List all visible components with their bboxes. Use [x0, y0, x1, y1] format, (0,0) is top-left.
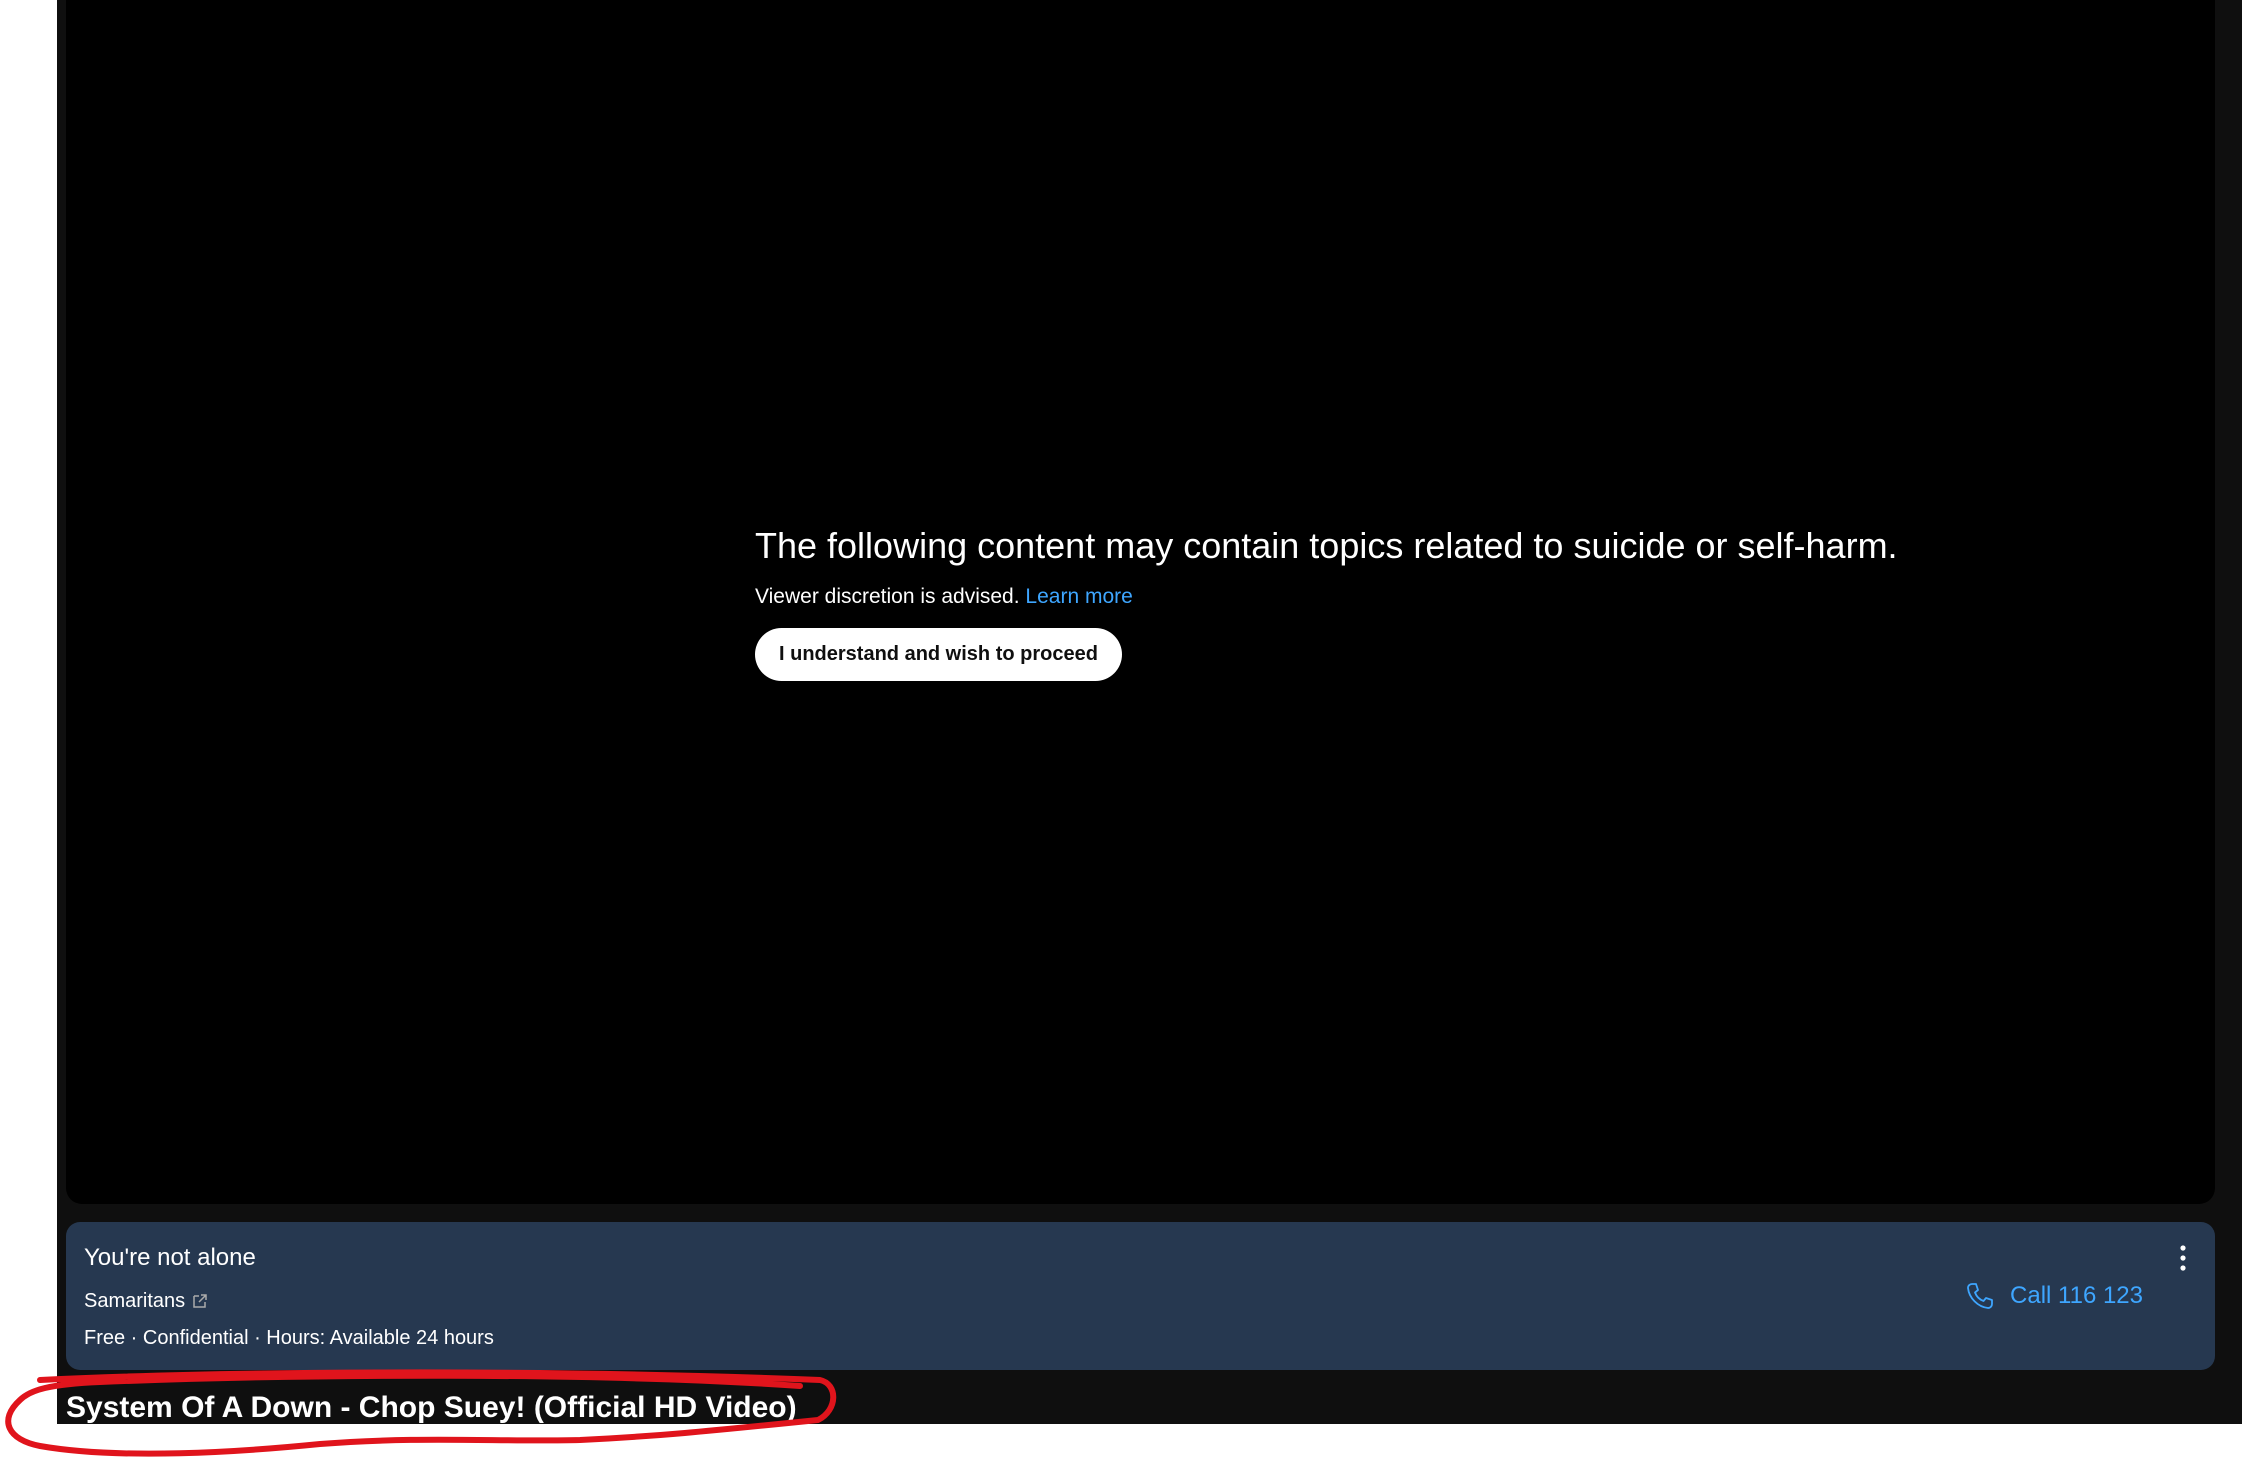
video-player[interactable]: The following content may contain topics… [66, 0, 2215, 1204]
proceed-button[interactable]: I understand and wish to proceed [755, 628, 1122, 681]
warning-title: The following content may contain topics… [755, 525, 1898, 566]
organization-name: Samaritans [84, 1290, 186, 1312]
content-warning: The following content may contain topics… [755, 520, 1898, 681]
samaritans-link[interactable]: Samaritans [84, 1286, 209, 1316]
phone-icon [1967, 1283, 1993, 1309]
learn-more-link[interactable]: Learn more [1025, 585, 1132, 608]
warning-subtitle: Viewer discretion is advised. Learn more [755, 582, 1898, 612]
external-link-icon [193, 1294, 207, 1308]
call-label: Call 116 123 [2010, 1282, 2143, 1309]
video-title: System Of A Down - Chop Suey! (Official … [66, 1391, 797, 1424]
more-options-button[interactable] [2169, 1240, 2197, 1276]
service-details: Free · Confidential · Hours: Available 2… [84, 1327, 494, 1349]
crisis-heading: You're not alone [84, 1244, 256, 1271]
crisis-resource-panel: You're not alone Samaritans Free · Confi… [66, 1222, 2215, 1370]
call-button[interactable]: Call 116 123 [1964, 1278, 2143, 1314]
more-vert-icon [2180, 1245, 2186, 1271]
discretion-text: Viewer discretion is advised. [755, 585, 1020, 608]
